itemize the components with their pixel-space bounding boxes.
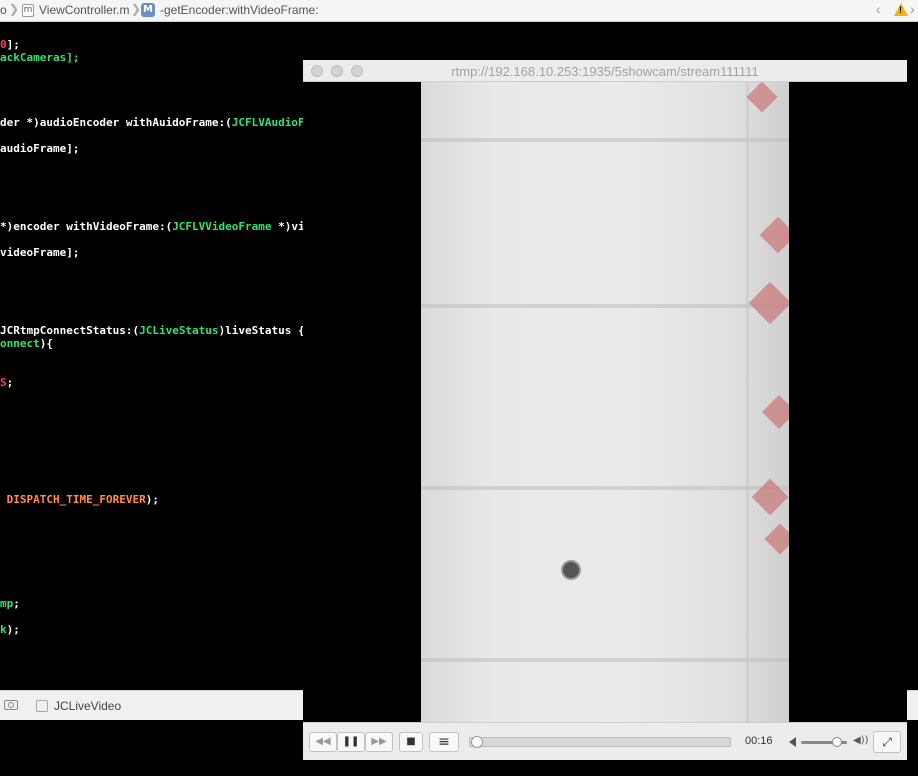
code-token: ;	[6, 376, 14, 389]
code-token: ];	[6, 38, 20, 51]
code-token: )liveStatus {	[218, 324, 305, 337]
volume-mute-icon[interactable]	[789, 737, 796, 747]
rewind-button[interactable]: ◀◀	[309, 732, 337, 752]
breadcrumb-project[interactable]: o	[0, 3, 7, 17]
code-line: der *)audioEncoder withAuidoFrame:(JCFLV…	[0, 116, 305, 129]
wall-pattern	[751, 478, 789, 516]
wall-pattern	[762, 395, 789, 429]
ceiling-tile-edge	[421, 138, 789, 142]
code-token: onnect	[0, 337, 40, 350]
code-token: JCLiveStatus	[139, 324, 219, 337]
ceiling-tile-edge	[746, 82, 749, 722]
playback-controls: ◀◀ ❚❚ ▶▶ ■ ≡ 00:16 ◀)) ⤢	[303, 722, 907, 760]
code-line: mp;	[0, 597, 20, 610]
video-frame[interactable]	[421, 82, 789, 722]
code-token: *)vi	[271, 220, 305, 233]
code-token: 0	[0, 38, 7, 51]
code-token: S	[0, 376, 7, 389]
elapsed-time: 00:16	[745, 735, 773, 747]
code-token: ){	[39, 337, 53, 350]
code-line: ackCameras];	[0, 51, 79, 64]
code-token: der *)audioEncoder withAuidoFrame:(	[0, 116, 232, 129]
code-line: audioFrame];	[0, 142, 79, 155]
app-target-icon	[36, 700, 48, 712]
timeline-slider[interactable]	[469, 737, 731, 747]
code-line: S;	[0, 376, 13, 389]
code-line: JCRtmpConnectStatus:(JCLiveStatus)liveSt…	[0, 324, 305, 337]
video-player-window: rtmp://192.168.10.253:1935/5showcam/stre…	[303, 60, 907, 760]
playlist-button[interactable]: ≡	[429, 732, 459, 752]
code-token: ackCameras];	[0, 51, 80, 64]
timeline-knob[interactable]	[471, 736, 483, 748]
code-line: DISPATCH_TIME_FOREVER);	[0, 493, 159, 506]
jump-bar: o ❯ m ViewController.m ❯ M -getEncoder:w…	[0, 0, 918, 22]
code-token: audioFrame];	[0, 142, 80, 155]
ceiling-sprinkler	[561, 560, 581, 580]
breadcrumb-separator: ❯	[9, 2, 20, 16]
chevron-left-icon[interactable]: ‹	[876, 1, 881, 17]
breadcrumb-separator: ❯	[131, 2, 142, 16]
ceiling-tile-edge	[421, 304, 789, 308]
wall-pattern	[759, 216, 789, 254]
code-token: JCRtmpConnectStatus:(	[0, 324, 140, 337]
camera-icon[interactable]	[4, 700, 18, 710]
code-line: onnect){	[0, 337, 53, 350]
wall-pattern	[764, 523, 789, 555]
code-token: DISPATCH_TIME_FOREVER	[0, 493, 146, 506]
code-token: JCFLVVideoFrame	[172, 220, 272, 233]
code-token: ;	[13, 597, 20, 610]
breadcrumb-method[interactable]: -getEncoder:withVideoFrame:	[160, 3, 319, 17]
objc-file-icon: m	[22, 4, 34, 17]
code-line: k);	[0, 623, 20, 636]
stop-button[interactable]: ■	[399, 732, 423, 752]
breadcrumb-file[interactable]: ViewController.m	[39, 3, 129, 17]
wall-pattern	[748, 281, 789, 325]
scheme-target-label[interactable]: JCLiveVideo	[54, 699, 121, 713]
code-token: mp	[0, 597, 14, 610]
player-titlebar[interactable]: rtmp://192.168.10.253:1935/5showcam/stre…	[303, 60, 907, 82]
stream-url-title: rtmp://192.168.10.253:1935/5showcam/stre…	[451, 64, 759, 79]
code-line: 0];	[0, 38, 20, 51]
fullscreen-button[interactable]: ⤢	[873, 731, 901, 753]
code-token: videoFrame];	[0, 246, 80, 259]
code-line: *)encoder withVideoFrame:(JCFLVVideoFram…	[0, 220, 305, 233]
ceiling-tile-edge	[421, 486, 789, 490]
code-token: JCFLVAudioF	[231, 116, 305, 129]
volume-max-icon[interactable]: ◀))	[853, 735, 869, 746]
chevron-right-icon[interactable]: ›	[910, 1, 915, 17]
warning-icon[interactable]: !	[894, 3, 908, 16]
volume-knob[interactable]	[831, 737, 842, 747]
code-token: k	[0, 623, 7, 636]
code-token: );	[145, 493, 159, 506]
wall-pattern	[746, 82, 778, 113]
pause-button[interactable]: ❚❚	[337, 732, 365, 752]
ceiling-tile-edge	[421, 658, 789, 662]
code-token: );	[6, 623, 20, 636]
method-icon: M	[141, 3, 155, 17]
fast-forward-button[interactable]: ▶▶	[365, 732, 393, 752]
code-token: *)encoder withVideoFrame:(	[0, 220, 173, 233]
code-line: videoFrame];	[0, 246, 79, 259]
